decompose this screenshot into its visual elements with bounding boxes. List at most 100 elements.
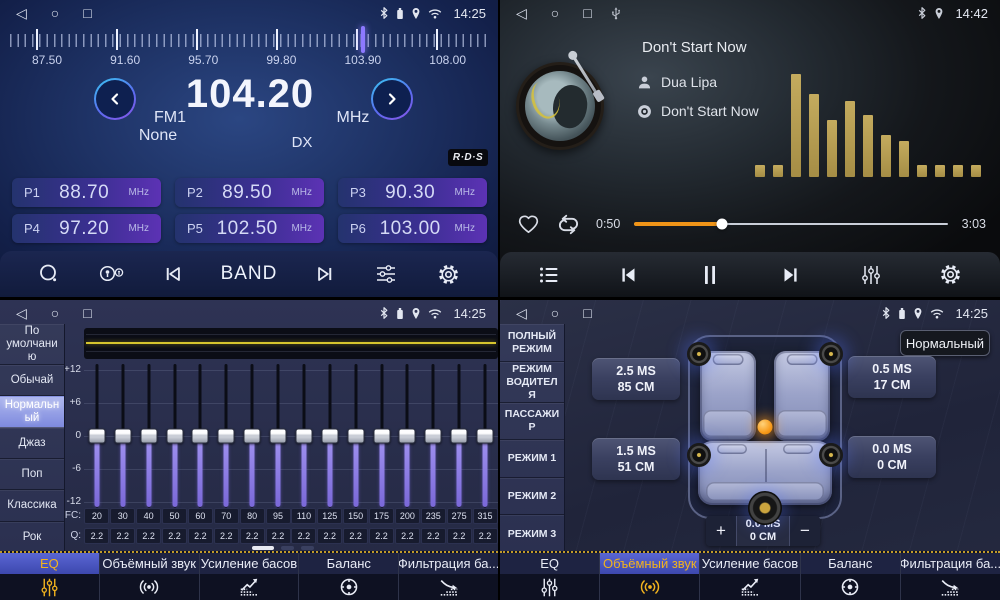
mode-1[interactable]: РЕЖИМ 1 bbox=[500, 440, 564, 478]
gain-scale-label: -12 bbox=[64, 496, 81, 507]
equalizer-statusbar: ◁ ○ □ 14:25 bbox=[0, 300, 498, 326]
eq-band-slider[interactable] bbox=[420, 362, 446, 512]
settings-button[interactable] bbox=[426, 254, 472, 294]
eq-band-slider[interactable] bbox=[162, 362, 188, 512]
tab-bass-boost[interactable]: Усиление басов bbox=[700, 553, 800, 600]
eq-band-slider[interactable] bbox=[110, 362, 136, 512]
subwoofer-icon bbox=[748, 491, 782, 525]
preset-unit: MHz bbox=[128, 187, 149, 198]
tab-eq[interactable]: EQ bbox=[0, 553, 100, 600]
home-icon[interactable]: ○ bbox=[551, 6, 559, 20]
tab-eq[interactable]: EQ bbox=[500, 553, 600, 600]
scale-label: 95.70 bbox=[188, 53, 218, 67]
equalizer-settings-button[interactable] bbox=[363, 254, 409, 294]
eq-preset-normal[interactable]: Нормальный bbox=[0, 396, 64, 427]
eq-band-slider[interactable] bbox=[239, 362, 265, 512]
visualizer-bar bbox=[935, 165, 945, 177]
tune-down-button[interactable] bbox=[94, 78, 136, 120]
fc-row-label: FC: bbox=[64, 510, 81, 521]
eq-band-slider[interactable] bbox=[472, 362, 498, 512]
tab-bass-boost[interactable]: Усиление басов bbox=[200, 553, 300, 600]
scan-button[interactable] bbox=[26, 254, 72, 294]
profile-button[interactable]: Нормальный bbox=[900, 330, 990, 356]
next-track-button[interactable] bbox=[767, 255, 813, 295]
playlist-button[interactable] bbox=[526, 255, 572, 295]
tab-surround[interactable]: Объёмный звук bbox=[100, 553, 200, 600]
eq-preset-classic[interactable]: Классика bbox=[0, 490, 64, 521]
preset-button-2[interactable]: P289.50MHz bbox=[175, 178, 324, 207]
tab-filter[interactable]: Фильтрация ба... bbox=[399, 553, 498, 600]
home-icon[interactable]: ○ bbox=[51, 306, 59, 320]
delay-increase-button[interactable]: + bbox=[706, 516, 736, 546]
tab-filter[interactable]: Фильтрация ба... bbox=[901, 553, 1000, 600]
listening-position-dot[interactable] bbox=[758, 420, 773, 435]
preset-button-3[interactable]: P390.30MHz bbox=[338, 178, 487, 207]
previous-station-button[interactable] bbox=[151, 254, 197, 294]
recents-icon[interactable]: □ bbox=[83, 306, 91, 320]
previous-track-button[interactable] bbox=[606, 255, 652, 295]
eq-band-slider[interactable] bbox=[369, 362, 395, 512]
eq-band-slider[interactable] bbox=[343, 362, 369, 512]
eq-band-slider[interactable] bbox=[291, 362, 317, 512]
back-icon[interactable]: ◁ bbox=[516, 6, 527, 20]
mode-passenger[interactable]: ПАССАЖИР bbox=[500, 403, 564, 441]
preset-button-5[interactable]: P5102.50MHz bbox=[175, 214, 324, 243]
bluetooth-icon bbox=[379, 6, 389, 20]
recents-icon[interactable]: □ bbox=[583, 6, 591, 20]
delay-rear-left-button[interactable]: 1.5 MS 51 CM bbox=[592, 438, 680, 480]
mode-2[interactable]: РЕЖИМ 2 bbox=[500, 478, 564, 516]
eq-band-slider[interactable] bbox=[446, 362, 472, 512]
tune-up-button[interactable] bbox=[371, 78, 413, 120]
eq-band-slider[interactable] bbox=[188, 362, 214, 512]
back-icon[interactable]: ◁ bbox=[16, 306, 27, 320]
eq-band-slider[interactable] bbox=[265, 362, 291, 512]
preset-button-1[interactable]: P188.70MHz bbox=[12, 178, 161, 207]
back-icon[interactable]: ◁ bbox=[516, 306, 527, 320]
eq-band-slider[interactable] bbox=[84, 362, 110, 512]
next-station-button[interactable] bbox=[301, 254, 347, 294]
progress-bar[interactable] bbox=[634, 223, 947, 225]
eq-band-slider[interactable] bbox=[395, 362, 421, 512]
recents-icon[interactable]: □ bbox=[583, 306, 591, 320]
broadcast-button[interactable] bbox=[89, 254, 135, 294]
pause-button[interactable] bbox=[687, 255, 733, 295]
favorite-button[interactable] bbox=[516, 212, 541, 236]
delay-front-right-button[interactable]: 0.5 MS 17 CM bbox=[848, 356, 936, 398]
eq-preset-rock[interactable]: Рок bbox=[0, 522, 64, 553]
soundfield-canvas: Нормальный 2.5 MS 85 CM 0.5 MS 17 CM bbox=[564, 324, 1000, 553]
mode-3[interactable]: РЕЖИМ 3 bbox=[500, 515, 564, 553]
q-value: 2.2 bbox=[473, 528, 498, 544]
band-button[interactable]: BAND bbox=[214, 254, 284, 294]
home-icon[interactable]: ○ bbox=[51, 6, 59, 20]
settings-button[interactable] bbox=[928, 255, 974, 295]
frequency-value: 104.20 bbox=[168, 72, 332, 117]
eq-preset-custom[interactable]: Обычай bbox=[0, 365, 64, 396]
repeat-button[interactable] bbox=[555, 214, 582, 235]
tab-surround[interactable]: Объёмный звук bbox=[600, 553, 700, 600]
preset-button-6[interactable]: P6103.00MHz bbox=[338, 214, 487, 243]
equalizer-button[interactable] bbox=[848, 255, 894, 295]
eq-preset-pop[interactable]: Поп bbox=[0, 459, 64, 490]
preset-button-4[interactable]: P497.20MHz bbox=[12, 214, 161, 243]
home-icon[interactable]: ○ bbox=[551, 306, 559, 320]
q-values-row: 2.22.22.22.22.22.22.22.22.22.22.22.22.22… bbox=[84, 528, 498, 544]
delay-decrease-button[interactable]: − bbox=[790, 516, 820, 546]
delay-rear-right-button[interactable]: 0.0 MS 0 CM bbox=[848, 436, 936, 478]
back-icon[interactable]: ◁ bbox=[16, 6, 27, 20]
tab-balance[interactable]: Баланс bbox=[299, 553, 399, 600]
progress-thumb[interactable] bbox=[717, 219, 728, 230]
tab-balance[interactable]: Баланс bbox=[801, 553, 901, 600]
eq-preset-jazz[interactable]: Джаз bbox=[0, 428, 64, 459]
delay-front-left-button[interactable]: 2.5 MS 85 CM bbox=[592, 358, 680, 400]
preset-unit: MHz bbox=[291, 223, 312, 234]
surround-icon bbox=[639, 576, 661, 598]
eq-band-slider[interactable] bbox=[317, 362, 343, 512]
eq-band-slider[interactable] bbox=[136, 362, 162, 512]
eq-band-slider[interactable] bbox=[213, 362, 239, 512]
eq-preset-default[interactable]: По умолчанию bbox=[0, 324, 64, 365]
frequency-scale[interactable]: 87.50 91.60 95.70 99.80 103.90 108.00 bbox=[10, 29, 488, 63]
mode-driver[interactable]: РЕЖИМ ВОДИТЕЛЯ bbox=[500, 362, 564, 403]
mode-full[interactable]: ПОЛНЫЙ РЕЖИМ bbox=[500, 324, 564, 362]
song-title: Don't Start Now bbox=[642, 39, 747, 56]
recents-icon[interactable]: □ bbox=[83, 6, 91, 20]
